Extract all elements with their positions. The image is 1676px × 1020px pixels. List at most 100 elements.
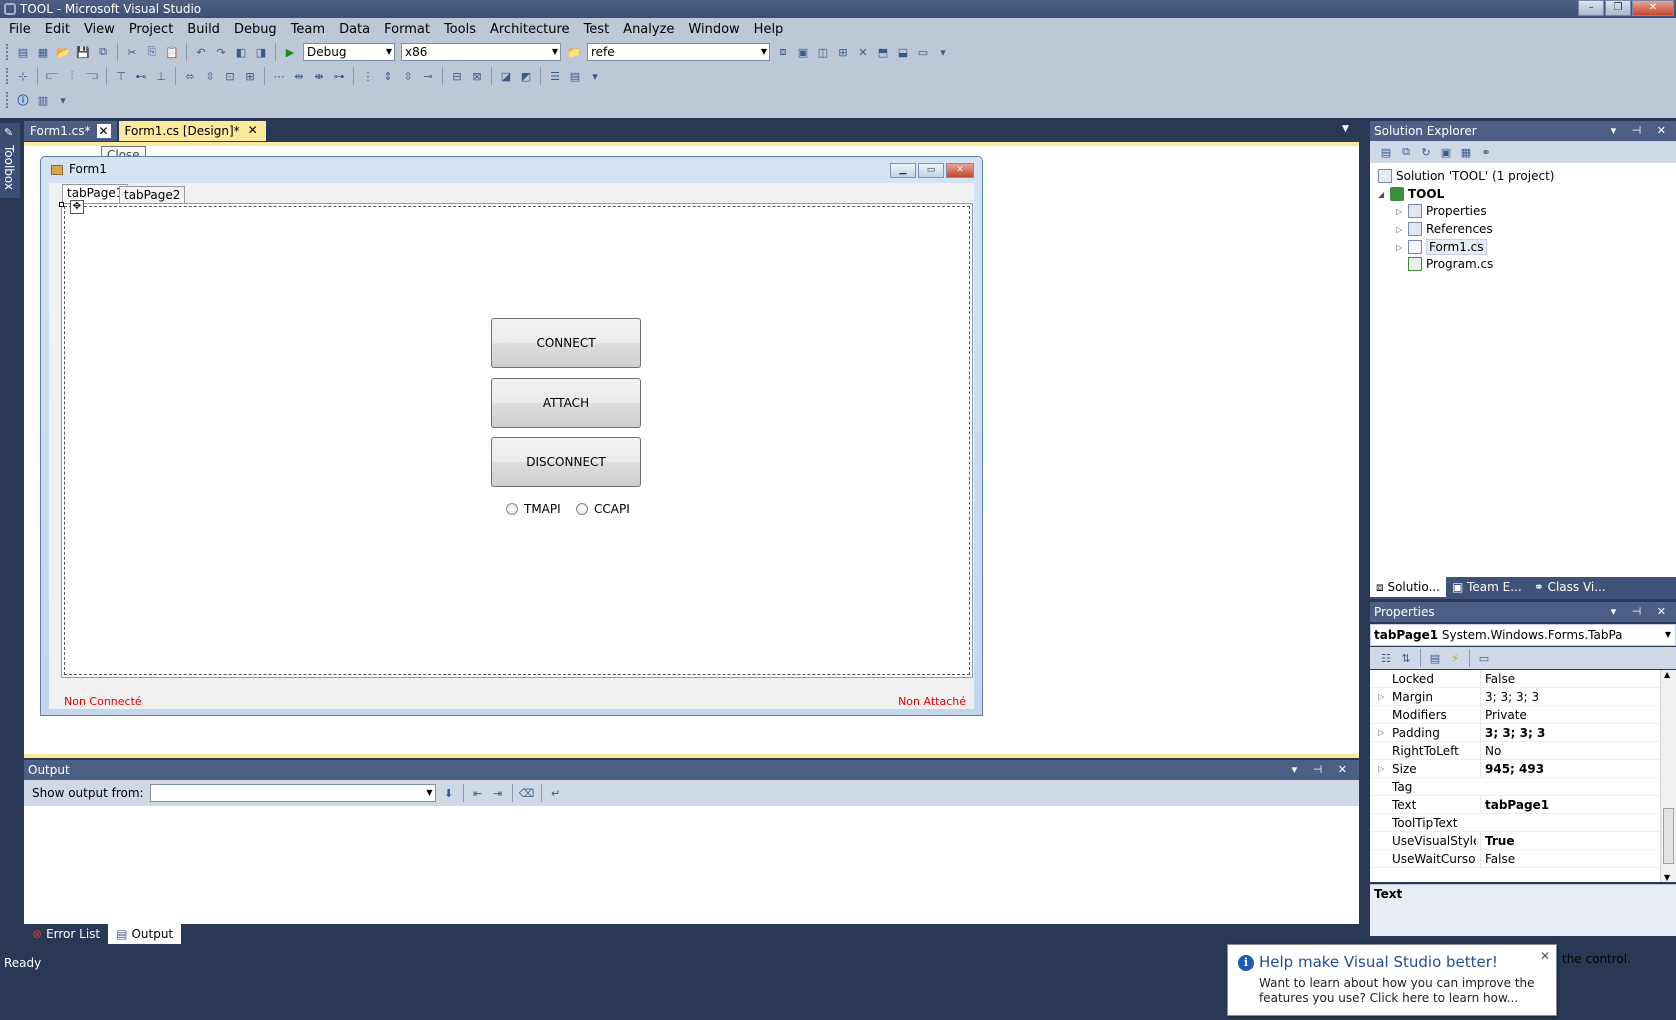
toolbar-overflow-icon[interactable]: ▾ bbox=[587, 68, 603, 84]
tab-output[interactable]: ▤ Output bbox=[108, 924, 182, 944]
find-in-files-icon[interactable]: 📁 bbox=[566, 44, 582, 60]
alphabetical-icon[interactable]: ⇅ bbox=[1398, 650, 1414, 666]
class-diagram-icon[interactable]: ⚭ bbox=[1478, 144, 1494, 160]
panel-controls[interactable]: ▾ ⊣ ✕ bbox=[1611, 602, 1672, 622]
open-file-icon[interactable]: 📂 bbox=[55, 44, 71, 60]
property-row[interactable]: ▷ Size 945; 493 bbox=[1370, 760, 1676, 778]
solution-platform-combo[interactable]: x86 ▼ bbox=[401, 43, 561, 61]
form-close-button[interactable]: ✕ bbox=[946, 163, 974, 178]
horizontal-spacing-decrease-icon[interactable]: ⇼ bbox=[311, 68, 327, 84]
tree-project[interactable]: ◢ TOOL bbox=[1378, 187, 1444, 201]
panel-controls[interactable]: ▾ ⊣ ✕ bbox=[1292, 760, 1353, 780]
form-maximize-button[interactable]: ▭ bbox=[918, 163, 944, 178]
toolbar-overflow-icon[interactable]: ▾ bbox=[55, 92, 71, 108]
tree-item-program[interactable]: Program.cs bbox=[1408, 257, 1493, 271]
scroll-down-icon[interactable]: ▼ bbox=[1664, 873, 1670, 882]
solution-configuration-combo[interactable]: Debug ▼ bbox=[303, 43, 395, 61]
navigate-forward-icon[interactable]: ◨ bbox=[253, 44, 269, 60]
align-rights-icon[interactable]: ⫎ bbox=[84, 68, 100, 84]
close-tab-icon[interactable]: ✕ bbox=[96, 124, 111, 138]
notification-title[interactable]: Help make Visual Studio better! bbox=[1259, 953, 1498, 971]
show-output-from-combo[interactable]: ▼ bbox=[149, 784, 436, 802]
form-minimize-button[interactable]: ▁ bbox=[890, 163, 916, 178]
disconnect-button[interactable]: DISCONNECT bbox=[491, 437, 641, 487]
send-to-back-icon[interactable]: ◩ bbox=[518, 68, 534, 84]
scroll-up-icon[interactable]: ▲ bbox=[1664, 670, 1670, 679]
toolbox-icon[interactable]: ⊞ bbox=[835, 44, 851, 60]
menu-analyze[interactable]: Analyze bbox=[616, 22, 681, 37]
object-browser-icon[interactable]: ◫ bbox=[815, 44, 831, 60]
add-item-icon[interactable]: ▦ bbox=[35, 44, 51, 60]
menu-file[interactable]: File bbox=[2, 22, 38, 37]
cut-icon[interactable]: ✂ bbox=[124, 44, 140, 60]
close-tab-icon[interactable]: ✕ bbox=[246, 124, 260, 138]
output-text-area[interactable] bbox=[24, 806, 1359, 924]
attach-button[interactable]: ATTACH bbox=[491, 378, 641, 428]
show-all-files-icon[interactable]: ⧉ bbox=[1398, 144, 1414, 160]
close-window-button[interactable]: ✕ bbox=[1632, 0, 1674, 16]
tree-solution[interactable]: Solution 'TOOL' (1 project) bbox=[1378, 169, 1554, 183]
new-project-icon[interactable]: ▤ bbox=[15, 44, 31, 60]
connect-button[interactable]: CONNECT bbox=[491, 318, 641, 368]
toolbar-overflow-icon[interactable]: ▾ bbox=[935, 44, 951, 60]
close-icon[interactable]: ✕ bbox=[1540, 949, 1550, 963]
scroll-thumb[interactable] bbox=[1663, 808, 1674, 864]
align-middles-icon[interactable]: ⊷ bbox=[133, 68, 149, 84]
tab-form1-design[interactable]: Form1.cs [Design]* ✕ bbox=[118, 121, 266, 141]
property-value[interactable]: True bbox=[1480, 832, 1650, 850]
ccapi-radio[interactable]: CCAPI bbox=[576, 502, 630, 516]
toolbar-grip[interactable] bbox=[6, 68, 9, 84]
performance-icon[interactable]: ▥ bbox=[35, 92, 51, 108]
property-value[interactable]: False bbox=[1480, 670, 1650, 688]
align-centers-icon[interactable]: ⫶ bbox=[64, 68, 80, 84]
expand-icon[interactable]: ▷ bbox=[1396, 225, 1408, 234]
notification-body[interactable]: Want to learn about how you can improve … bbox=[1259, 976, 1551, 1006]
menu-build[interactable]: Build bbox=[180, 22, 227, 37]
menu-window[interactable]: Window bbox=[681, 22, 746, 37]
menu-team[interactable]: Team bbox=[284, 22, 332, 37]
paste-icon[interactable]: 📋 bbox=[164, 44, 180, 60]
copy-icon[interactable]: ⎘ bbox=[144, 44, 160, 60]
minimize-button[interactable]: – bbox=[1578, 0, 1604, 16]
expand-icon[interactable]: ▷ bbox=[1378, 688, 1384, 706]
selection-handle[interactable] bbox=[59, 202, 64, 207]
size-to-grid-icon[interactable]: ⊞ bbox=[242, 68, 258, 84]
property-value[interactable]: 3; 3; 3; 3 bbox=[1480, 724, 1650, 742]
make-same-width-icon[interactable]: ⬄ bbox=[182, 68, 198, 84]
expand-icon[interactable]: ▷ bbox=[1378, 724, 1384, 742]
lock-controls-icon[interactable]: ▤ bbox=[567, 68, 583, 84]
menu-architecture[interactable]: Architecture bbox=[483, 22, 577, 37]
undo-icon[interactable]: ↶ bbox=[193, 44, 209, 60]
command-window-icon[interactable]: ▭ bbox=[915, 44, 931, 60]
menu-view[interactable]: View bbox=[77, 22, 122, 37]
categorized-icon[interactable]: ☷ bbox=[1378, 650, 1394, 666]
restore-button[interactable]: ❐ bbox=[1605, 0, 1631, 16]
center-horizontally-icon[interactable]: ⊟ bbox=[449, 68, 465, 84]
property-value[interactable]: 945; 493 bbox=[1480, 760, 1650, 778]
toolbar-grip[interactable] bbox=[6, 44, 9, 60]
menu-help[interactable]: Help bbox=[747, 22, 791, 37]
toolbar-grip[interactable] bbox=[6, 92, 9, 108]
menu-tools[interactable]: Tools bbox=[437, 22, 483, 37]
align-to-grid-icon[interactable]: ⊹ bbox=[15, 68, 31, 84]
tab-solution-explorer[interactable]: ⧈ Solutio... bbox=[1370, 577, 1446, 597]
align-bottoms-icon[interactable]: ⊥ bbox=[153, 68, 169, 84]
save-all-icon[interactable]: ⧉ bbox=[95, 44, 111, 60]
refresh-icon[interactable]: ↻ bbox=[1418, 144, 1434, 160]
property-value[interactable]: Private bbox=[1480, 706, 1650, 724]
redo-icon[interactable]: ↷ bbox=[213, 44, 229, 60]
tab-form1-cs[interactable]: Form1.cs* ✕ bbox=[24, 121, 117, 141]
vertical-spacing-equal-icon[interactable]: ⋮ bbox=[360, 68, 376, 84]
tmapi-radio[interactable]: TMAPI bbox=[506, 502, 561, 516]
horizontal-spacing-equal-icon[interactable]: ⋯ bbox=[271, 68, 287, 84]
tree-item-properties[interactable]: ▷ Properties bbox=[1396, 204, 1487, 218]
tree-item-references[interactable]: ▷ References bbox=[1396, 222, 1493, 236]
property-value[interactable]: 3; 3; 3; 3 bbox=[1480, 688, 1650, 706]
property-row[interactable]: ▷ Padding 3; 3; 3; 3 bbox=[1370, 724, 1676, 742]
navigate-back-icon[interactable]: ◧ bbox=[233, 44, 249, 60]
form1-window[interactable]: Form1 ▁ ▭ ✕ tabPage1 tabPage2 CONNECT AT… bbox=[40, 156, 983, 716]
tools-icon[interactable]: ✕ bbox=[855, 44, 871, 60]
make-same-size-icon[interactable]: ⊡ bbox=[222, 68, 238, 84]
properties-icon[interactable]: ▤ bbox=[1378, 144, 1394, 160]
properties-window-icon[interactable]: ▣ bbox=[795, 44, 811, 60]
